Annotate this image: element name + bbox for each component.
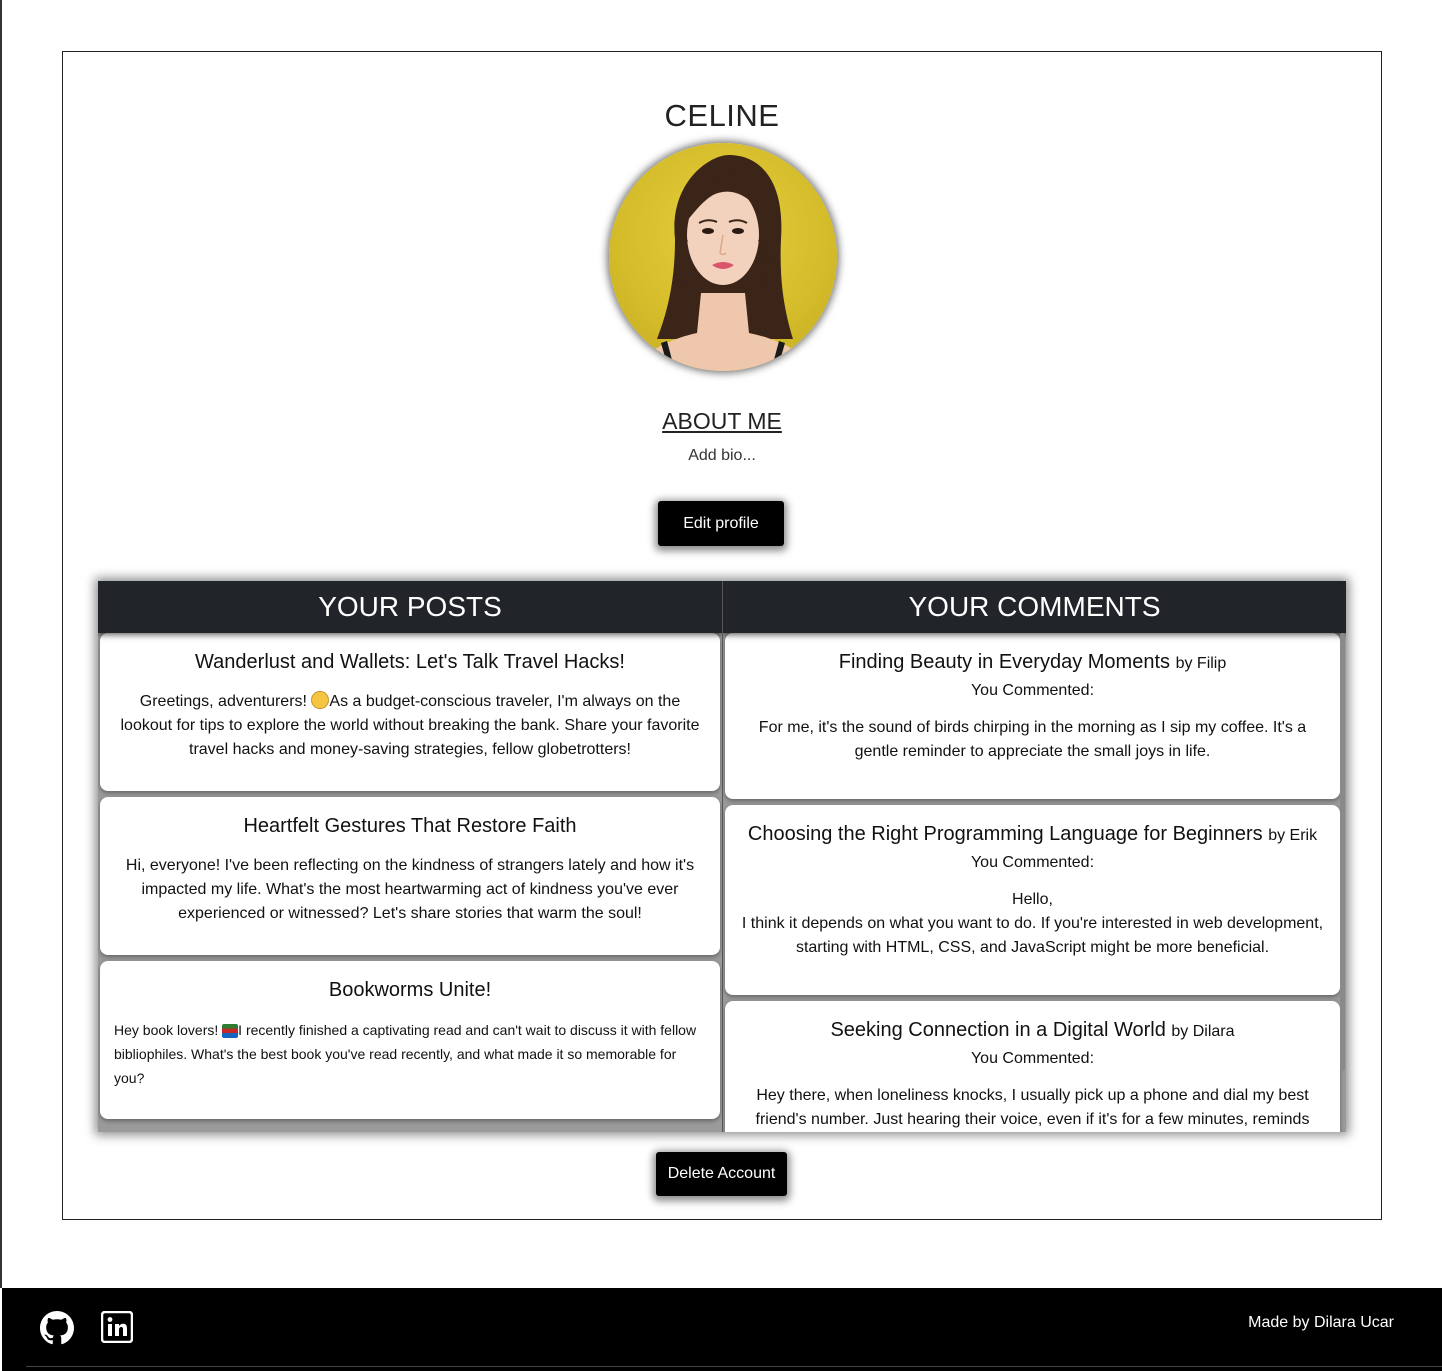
- post-title[interactable]: Heartfelt Gestures That Restore Faith: [114, 815, 706, 838]
- post-card[interactable]: Bookworms Unite! Hey book lovers! I rece…: [100, 961, 720, 1119]
- linkedin-icon[interactable]: [101, 1311, 133, 1343]
- your-posts-heading: YOUR POSTS: [98, 581, 722, 633]
- comment-post-title[interactable]: Seeking Connection in a Digital World by…: [739, 1019, 1326, 1042]
- site-footer: Made by Dilara Ucar: [2, 1288, 1442, 1371]
- post-text: Hey book lovers! I recently finished a c…: [114, 1018, 706, 1090]
- about-me-heading: ABOUT ME: [662, 408, 782, 434]
- post-title[interactable]: Wanderlust and Wallets: Let's Talk Trave…: [114, 651, 706, 674]
- your-comments-heading: YOUR COMMENTS: [723, 581, 1346, 633]
- comment-greeting: Hello,: [1012, 891, 1053, 908]
- post-text: Greetings, adventurers! As a budget-cons…: [114, 690, 706, 762]
- comment-card[interactable]: Seeking Connection in a Digital World by…: [725, 1001, 1340, 1132]
- activity-panels: YOUR POSTS Wanderlust and Wallets: Let's…: [98, 581, 1346, 1132]
- comment-post-author: by Dilara: [1171, 1023, 1235, 1040]
- post-text: Hi, everyone! I've been reflecting on th…: [125, 857, 695, 922]
- comment-post-author: by Erik: [1268, 827, 1318, 844]
- comments-list[interactable]: Finding Beauty in Everyday Moments by Fi…: [723, 633, 1346, 1132]
- about-me-bio: Add bio...: [688, 447, 756, 464]
- comment-post-title[interactable]: Finding Beauty in Everyday Moments by Fi…: [739, 651, 1326, 674]
- comment-text: I think it depends on what you want to d…: [741, 915, 1324, 956]
- you-commented-label: You Commented:: [970, 854, 1095, 871]
- grinning-face-icon: [311, 691, 330, 709]
- github-icon[interactable]: [40, 1311, 74, 1345]
- post-card[interactable]: Heartfelt Gestures That Restore Faith Hi…: [100, 797, 720, 955]
- footer-divider: [26, 1366, 1442, 1367]
- books-icon: [222, 1024, 239, 1038]
- your-posts-panel: YOUR POSTS Wanderlust and Wallets: Let's…: [98, 581, 722, 1132]
- delete-account-button[interactable]: Delete Account: [656, 1152, 787, 1196]
- post-text-part: Greetings, adventurers!: [139, 693, 312, 710]
- comments-scrollbar[interactable]: [1340, 633, 1345, 1071]
- footer-credit: Made by Dilara Ucar: [1248, 1314, 1394, 1331]
- profile-username: CELINE: [664, 98, 780, 133]
- comment-post-title[interactable]: Choosing the Right Programming Language …: [733, 823, 1332, 846]
- comment-text: Hey there, when loneliness knocks, I usu…: [755, 1087, 1310, 1128]
- profile-avatar: [609, 143, 837, 371]
- you-commented-label: You Commented:: [970, 1050, 1095, 1067]
- post-text-part: Hey book lovers!: [114, 1022, 223, 1038]
- comment-post-title-text: Seeking Connection in a Digital World: [830, 1019, 1166, 1041]
- comment-card[interactable]: Finding Beauty in Everyday Moments by Fi…: [725, 633, 1340, 799]
- comment-post-title-text: Finding Beauty in Everyday Moments: [838, 651, 1171, 673]
- your-comments-panel: YOUR COMMENTS Finding Beauty in Everyday…: [722, 581, 1346, 1132]
- profile-card: CELINE ABOUT ME Add bio... Edit profile …: [62, 51, 1382, 1220]
- post-card[interactable]: Wanderlust and Wallets: Let's Talk Trave…: [100, 633, 720, 791]
- you-commented-label: You Commented:: [970, 682, 1095, 699]
- post-title[interactable]: Bookworms Unite!: [114, 979, 706, 1002]
- comment-card[interactable]: Choosing the Right Programming Language …: [725, 805, 1340, 995]
- posts-list[interactable]: Wanderlust and Wallets: Let's Talk Trave…: [98, 633, 722, 1132]
- comment-text: For me, it's the sound of birds chirping…: [758, 719, 1307, 760]
- page-left-edge: [0, 0, 2, 1288]
- comment-post-title-text: Choosing the Right Programming Language …: [747, 823, 1263, 845]
- edit-profile-button[interactable]: Edit profile: [658, 501, 784, 546]
- comment-post-author: by Filip: [1175, 655, 1227, 672]
